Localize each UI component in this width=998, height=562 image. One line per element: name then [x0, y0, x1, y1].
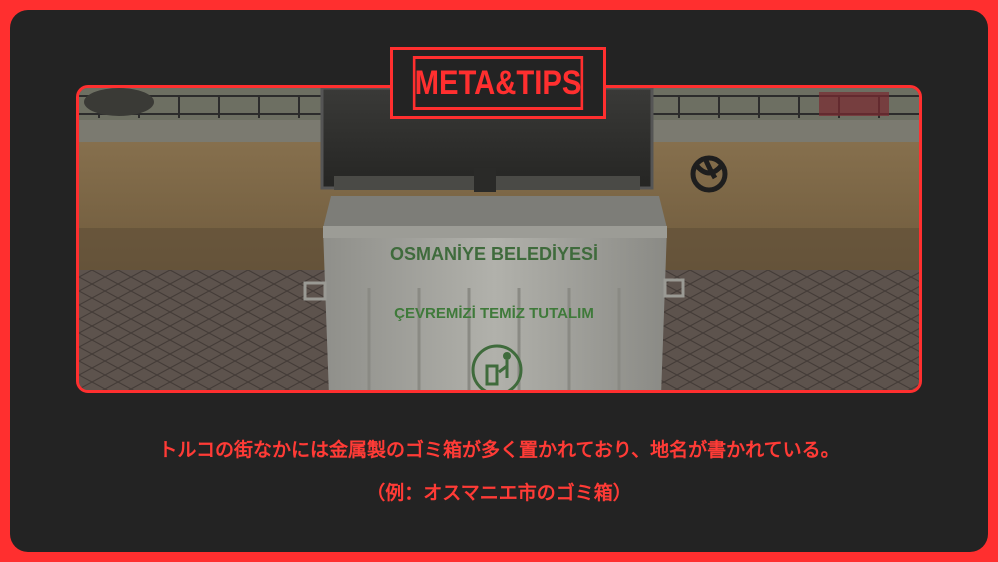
caption-line-2: （例：オスマニエ市のゴミ箱）	[366, 482, 632, 504]
garbage-bin: OSMANİYE BELEDİYESİ ÇEVREMİZİ TEMİZ TUTA…	[303, 196, 685, 390]
caption-line-1: トルコの街なかには金属製のゴミ箱が多く置かれており、地名が書かれている。	[158, 439, 840, 461]
meta-tips-badge: META&TIPS	[390, 47, 606, 119]
street-photo: OSMANİYE BELEDİYESİ ÇEVREMİZİ TEMİZ TUTA…	[76, 85, 922, 393]
street-photo-illustration: OSMANİYE BELEDİYESİ ÇEVREMİZİ TEMİZ TUTA…	[79, 88, 919, 390]
bin-text-line1: OSMANİYE BELEDİYESİ	[390, 244, 598, 264]
badge-label: META&TIPS	[412, 56, 584, 110]
bin-text-line2: ÇEVREMİZİ TEMİZ TUTALIM	[394, 305, 594, 322]
